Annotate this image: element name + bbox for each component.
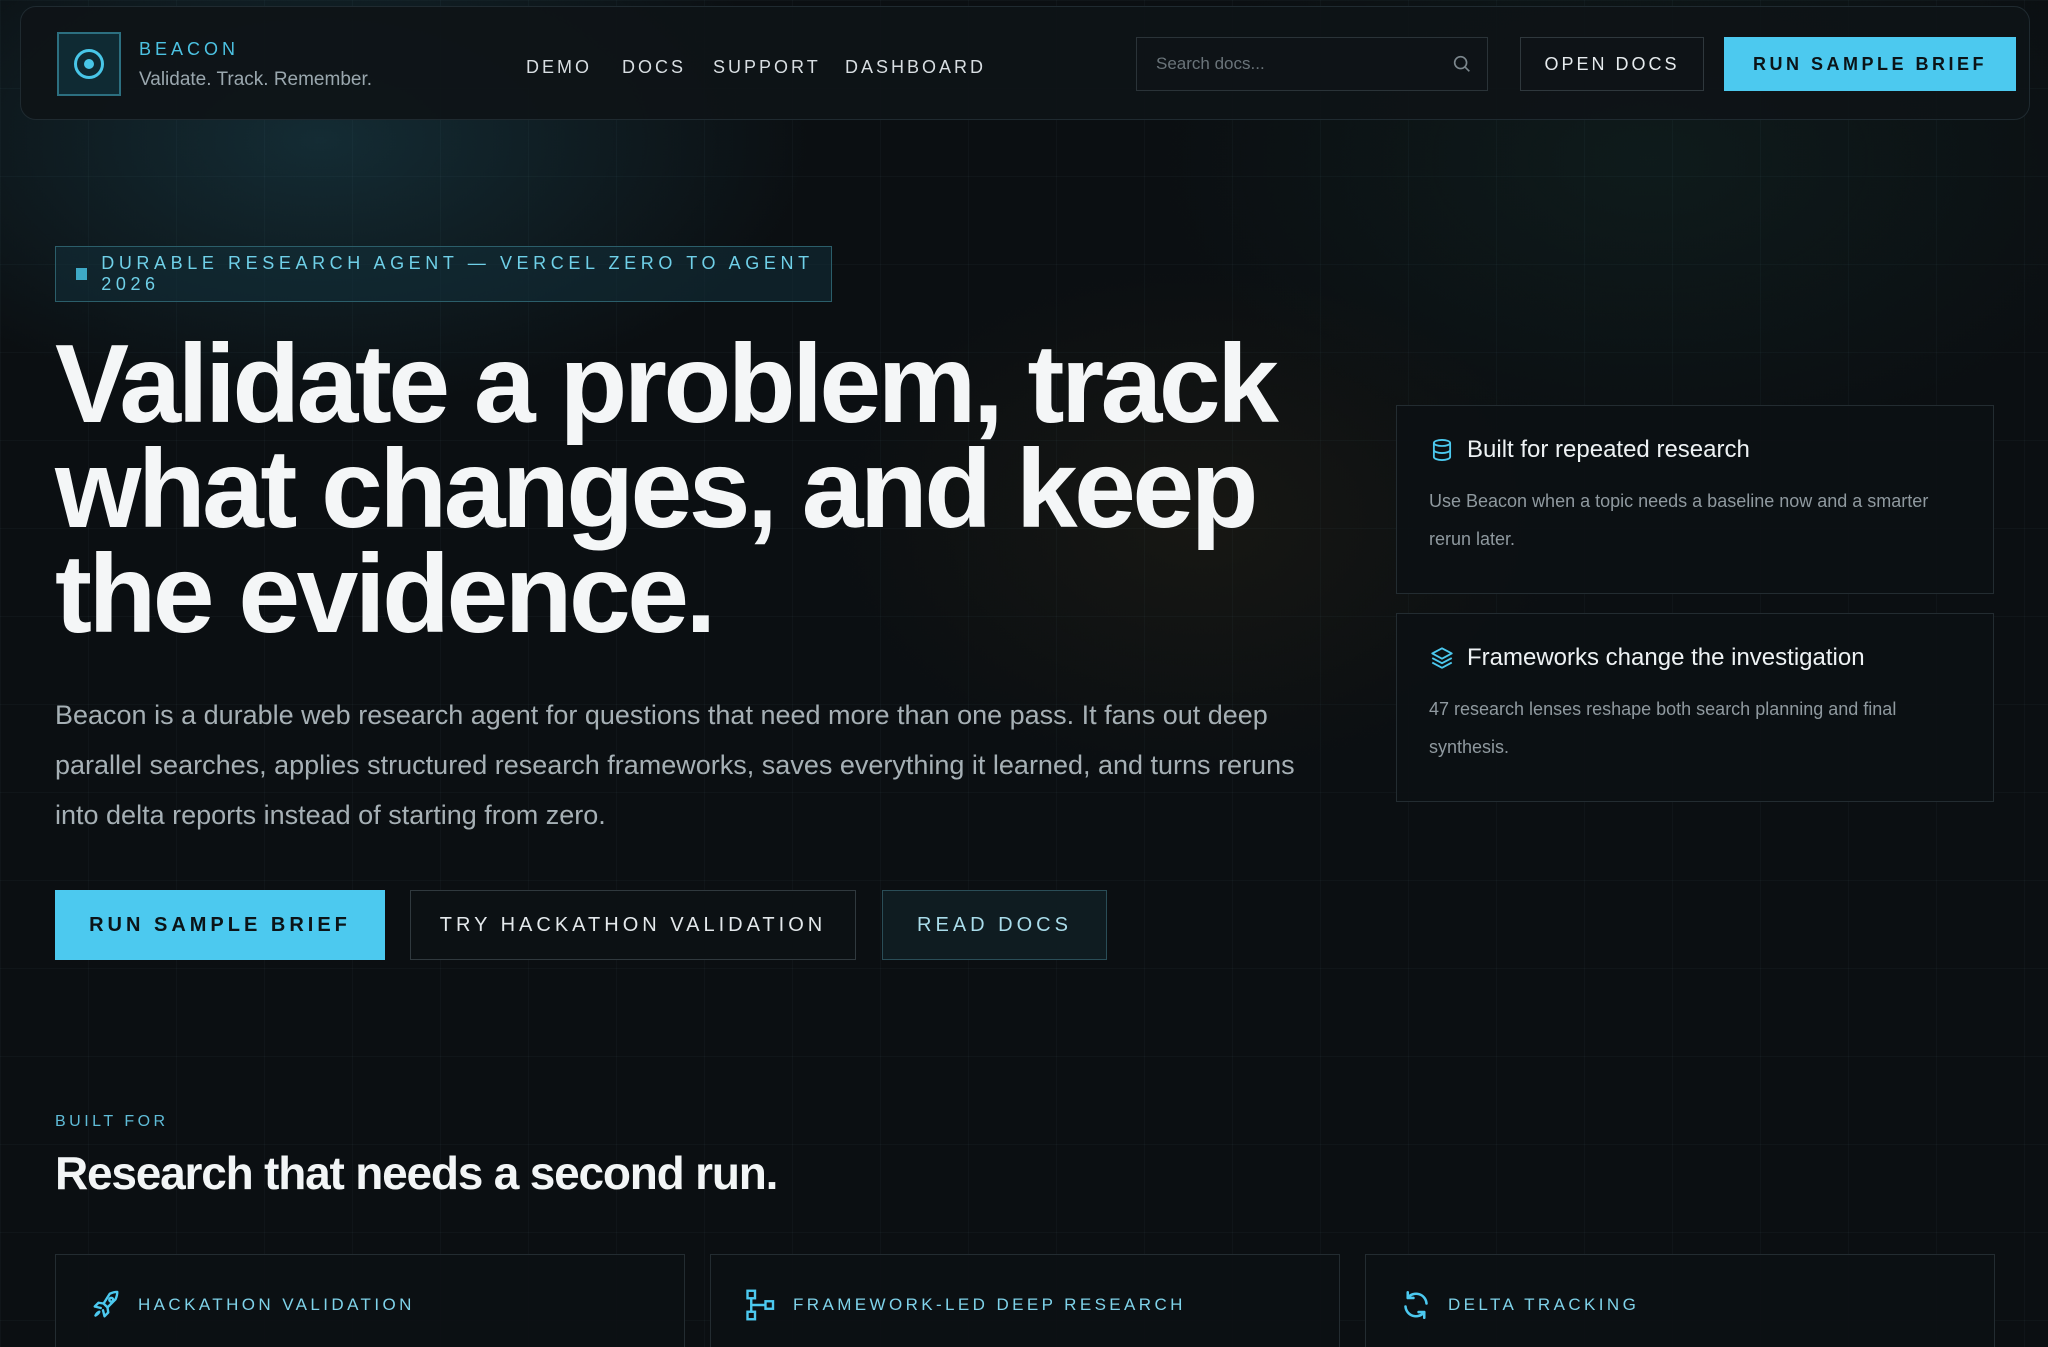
search-input[interactable] xyxy=(1137,38,1437,90)
nav-link-docs[interactable]: DOCS xyxy=(622,57,686,78)
side-card-title: Built for repeated research xyxy=(1467,436,1750,463)
brand-tagline: Validate. Track. Remember. xyxy=(139,69,373,90)
side-card-repeated-research: Built for repeated research Use Beacon w… xyxy=(1396,405,1994,594)
hero-title-line: Validate a problem, track xyxy=(55,322,1279,446)
brand-name[interactable]: BEACON xyxy=(139,39,239,60)
nav-link-support[interactable]: SUPPORT xyxy=(713,57,821,78)
run-sample-brief-button[interactable]: RUN SAMPLE BRIEF xyxy=(55,890,385,960)
rocket-icon xyxy=(93,1290,119,1318)
feature-card-hackathon[interactable]: HACKATHON VALIDATION xyxy=(55,1254,685,1347)
feature-label: HACKATHON VALIDATION xyxy=(138,1295,415,1314)
beacon-logo-icon[interactable] xyxy=(57,32,121,96)
layers-icon xyxy=(1431,647,1453,669)
search-icon[interactable] xyxy=(1451,53,1473,75)
feature-card-framework-research[interactable]: FRAMEWORK-LED DEEP RESEARCH xyxy=(710,1254,1340,1347)
nav-link-demo[interactable]: DEMO xyxy=(526,57,592,78)
nav-link-dashboard[interactable]: DASHBOARD xyxy=(845,57,986,78)
feature-label: DELTA TRACKING xyxy=(1448,1295,1640,1314)
feature-label: FRAMEWORK-LED DEEP RESEARCH xyxy=(793,1295,1186,1314)
side-card-frameworks: Frameworks change the investigation 47 r… xyxy=(1396,613,1994,802)
built-for-eyebrow: BUILT FOR xyxy=(55,1113,169,1130)
try-hackathon-validation-button[interactable]: TRY HACKATHON VALIDATION xyxy=(410,890,856,960)
hierarchy-icon xyxy=(746,1289,775,1321)
top-navbar: BEACON Validate. Track. Remember. DEMO D… xyxy=(20,6,2030,120)
square-bullet-icon xyxy=(76,268,88,280)
open-docs-button[interactable]: OPEN DOCS xyxy=(1520,37,1704,91)
side-card-body: 47 research lenses reshape both search p… xyxy=(1429,699,1897,757)
hero-title-line: the evidence. xyxy=(55,532,716,656)
hero-eyebrow-text: DURABLE RESEARCH AGENT — VERCEL ZERO TO … xyxy=(101,253,814,294)
search-box xyxy=(1136,37,1488,91)
read-docs-button[interactable]: READ DOCS xyxy=(882,890,1107,960)
hero-eyebrow-badge: DURABLE RESEARCH AGENT — VERCEL ZERO TO … xyxy=(55,246,832,302)
side-card-body: Use Beacon when a topic needs a baseline… xyxy=(1429,491,1929,549)
side-card-title: Frameworks change the investigation xyxy=(1467,644,1865,671)
refresh-icon xyxy=(1404,1290,1428,1320)
feature-card-delta-tracking[interactable]: DELTA TRACKING xyxy=(1365,1254,1995,1347)
hero-title-line: what changes, and keep xyxy=(55,427,1258,551)
hero-title: Validate a problem, track what changes, … xyxy=(55,322,1395,656)
nav-run-sample-brief-button[interactable]: RUN SAMPLE BRIEF xyxy=(1724,37,2016,91)
hero-lead-paragraph: Beacon is a durable web research agent f… xyxy=(55,700,1295,830)
built-for-title: Research that needs a second run. xyxy=(55,1147,778,1199)
database-icon xyxy=(1432,439,1452,461)
